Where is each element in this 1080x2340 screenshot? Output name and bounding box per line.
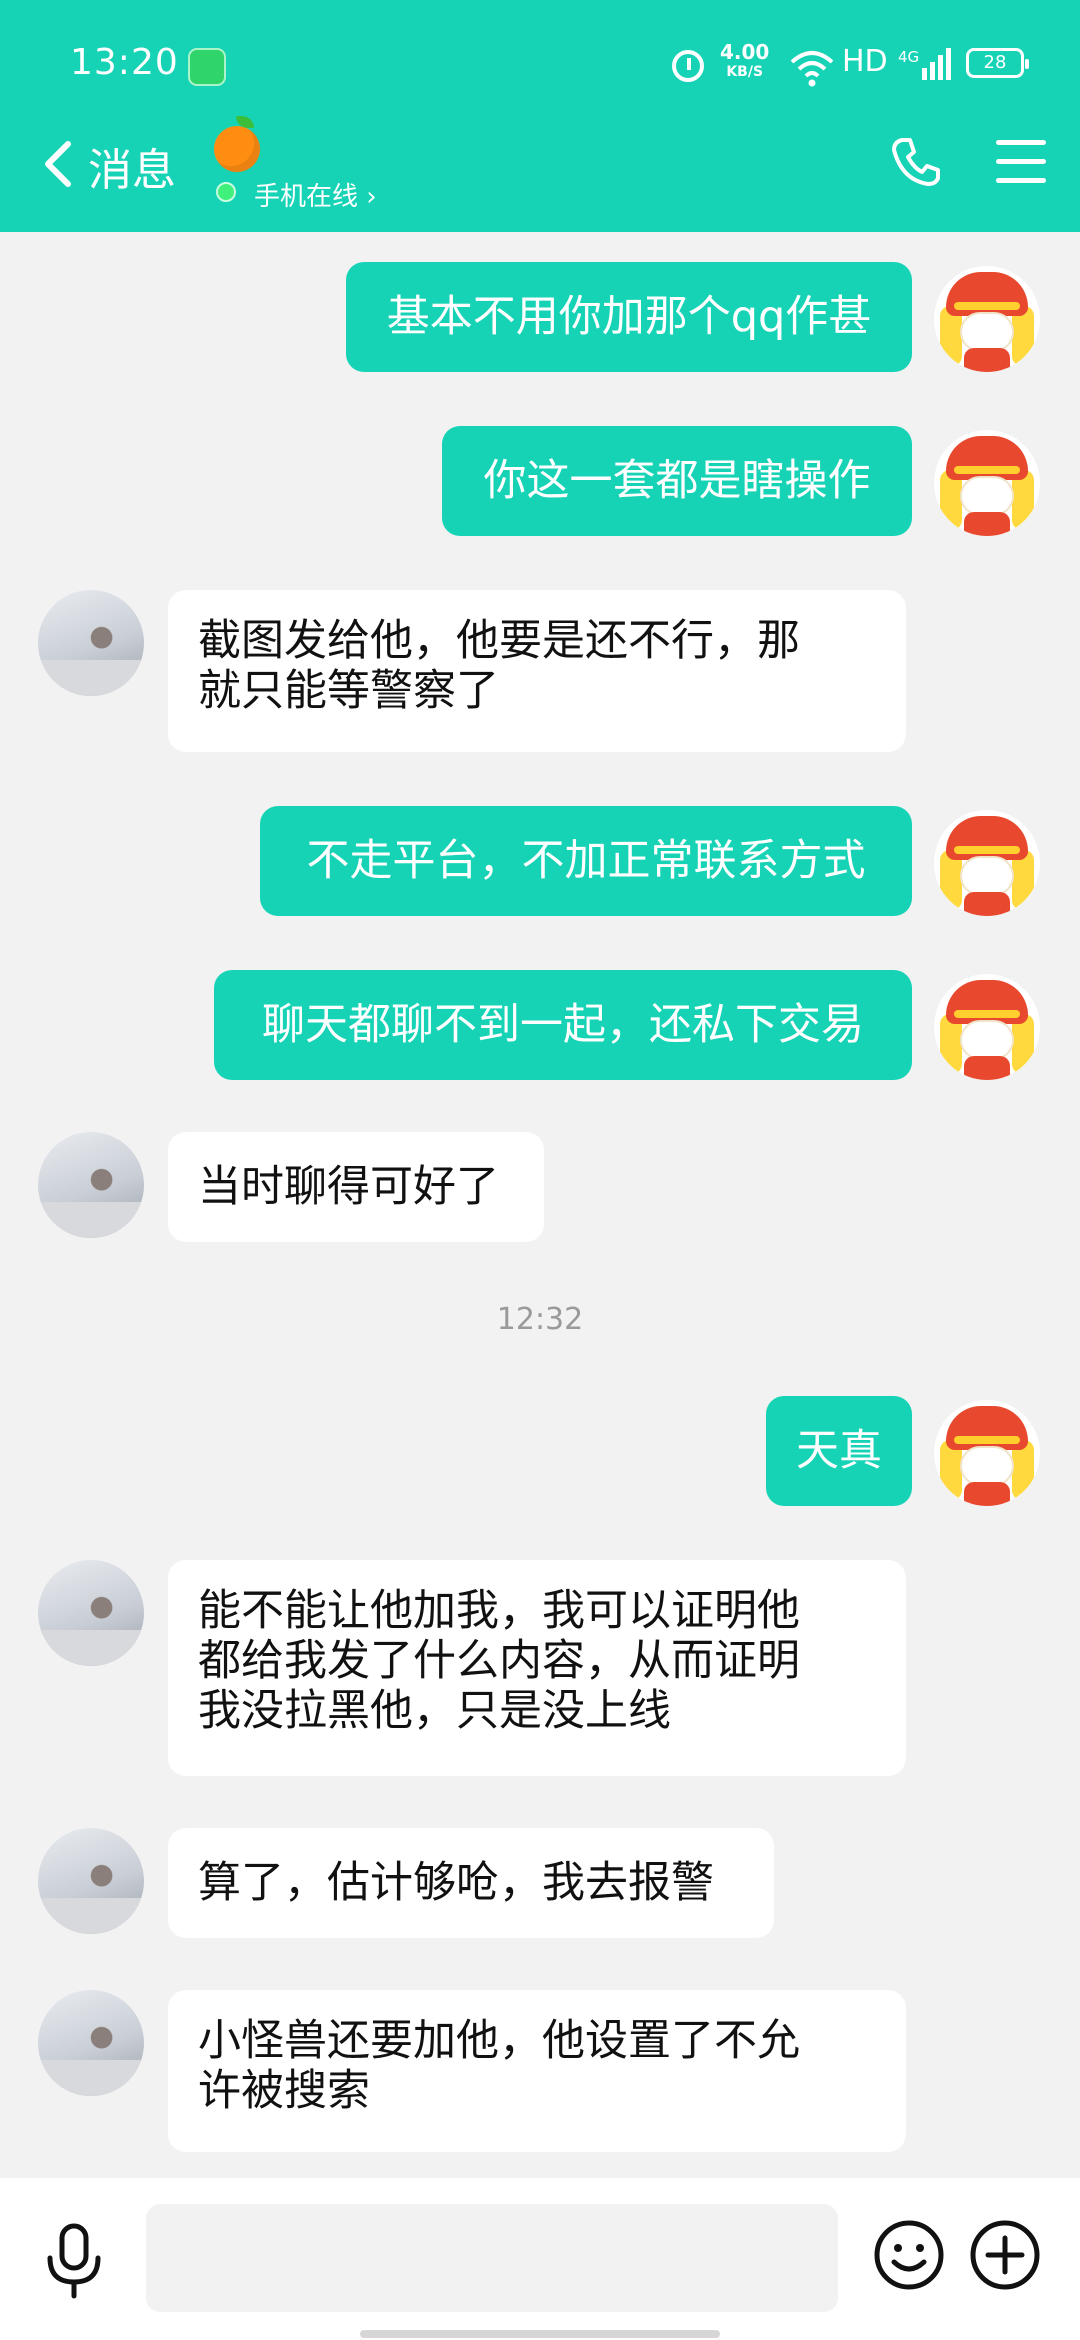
outgoing-message[interactable]: 天真 <box>766 1396 912 1506</box>
incoming-message[interactable]: 算了，估计够呛，我去报警 <box>168 1828 774 1938</box>
net-speed-unit: KB/S <box>726 64 764 80</box>
contact-avatar[interactable] <box>38 1132 144 1238</box>
message-text: 天真 <box>796 1426 882 1476</box>
home-indicator[interactable] <box>360 2330 720 2338</box>
contact-avatar[interactable] <box>38 590 144 696</box>
message-text: 基本不用你加那个qq作甚 <box>386 292 872 342</box>
smiley-icon[interactable] <box>872 2218 946 2292</box>
message-line: 小怪兽还要加他，他设置了不允 <box>198 2016 800 2066</box>
contact-avatar[interactable] <box>38 1990 144 2096</box>
back-label[interactable]: 消息 <box>88 134 176 198</box>
message-line: 我没拉黑他，只是没上线 <box>198 1686 671 1736</box>
message-text: 当时聊得可好了 <box>198 1162 499 1212</box>
message-text: 算了，估计够呛，我去报警 <box>198 1858 714 1908</box>
contact-avatar[interactable] <box>38 1560 144 1666</box>
outgoing-message[interactable]: 不走平台，不加正常联系方式 <box>260 806 912 916</box>
alarm-icon <box>672 50 704 82</box>
tangerine-emoji-icon[interactable] <box>214 116 260 172</box>
message-text: 不走平台，不加正常联系方式 <box>306 836 866 886</box>
message-line: 能不能让他加我，我可以证明他 <box>198 1586 800 1636</box>
self-avatar[interactable] <box>934 430 1040 536</box>
battery-icon: 28 <box>966 48 1029 78</box>
app-notification-icon <box>188 48 226 86</box>
outgoing-message[interactable]: 聊天都聊不到一起，还私下交易 <box>214 970 912 1080</box>
plus-icon[interactable] <box>968 2218 1042 2292</box>
incoming-message[interactable]: 当时聊得可好了 <box>168 1132 544 1242</box>
self-avatar[interactable] <box>934 974 1040 1080</box>
chat-header: 13:20 4.00 KB/S HD 4G 28 消息 手机在线 › <box>0 0 1080 232</box>
svg-text:4G: 4G <box>898 48 919 66</box>
message-line: 就只能等警察了 <box>198 666 499 716</box>
outgoing-message[interactable]: 你这一套都是瞎操作 <box>442 426 912 536</box>
contact-avatar[interactable] <box>38 1828 144 1934</box>
message-line: 都给我发了什么内容，从而证明 <box>198 1636 800 1686</box>
message-line: 许被搜索 <box>198 2066 370 2116</box>
contact-status[interactable]: 手机在线 › <box>254 176 377 213</box>
online-status-dot <box>216 182 236 202</box>
self-avatar[interactable] <box>934 810 1040 916</box>
status-time: 13:20 <box>70 42 179 83</box>
message-input[interactable] <box>146 2204 838 2312</box>
net-speed: 4.00 KB/S <box>720 42 769 82</box>
net-speed-value: 4.00 <box>720 40 770 64</box>
message-input-bar <box>0 2178 1080 2340</box>
outgoing-message[interactable]: 基本不用你加那个qq作甚 <box>346 262 912 372</box>
incoming-message[interactable]: 截图发给他，他要是还不行，那 就只能等警察了 <box>168 590 906 752</box>
self-avatar[interactable] <box>934 266 1040 372</box>
hd-label: HD <box>842 44 888 79</box>
signal-icon: 4G <box>898 48 951 80</box>
microphone-icon[interactable] <box>42 2222 106 2300</box>
status-icons: 4.00 KB/S HD 4G 28 <box>660 42 1080 87</box>
incoming-message[interactable]: 小怪兽还要加他，他设置了不允 许被搜索 <box>168 1990 906 2152</box>
self-avatar[interactable] <box>934 1400 1040 1506</box>
chat-message-list[interactable]: 基本不用你加那个qq作甚 你这一套都是瞎操作 截图发给他，他要是还不行，那 就只… <box>0 232 1080 2178</box>
phone-icon[interactable] <box>888 134 944 190</box>
menu-icon[interactable] <box>996 140 1046 184</box>
back-chevron-icon[interactable] <box>40 140 76 188</box>
message-line: 截图发给他，他要是还不行，那 <box>198 616 800 666</box>
message-text: 聊天都聊不到一起，还私下交易 <box>262 1000 864 1050</box>
incoming-message[interactable]: 能不能让他加我，我可以证明他 都给我发了什么内容，从而证明 我没拉黑他，只是没上… <box>168 1560 906 1776</box>
wifi-icon <box>790 51 834 87</box>
message-text: 你这一套都是瞎操作 <box>483 456 871 506</box>
timestamp-separator: 12:32 <box>496 1302 584 1337</box>
